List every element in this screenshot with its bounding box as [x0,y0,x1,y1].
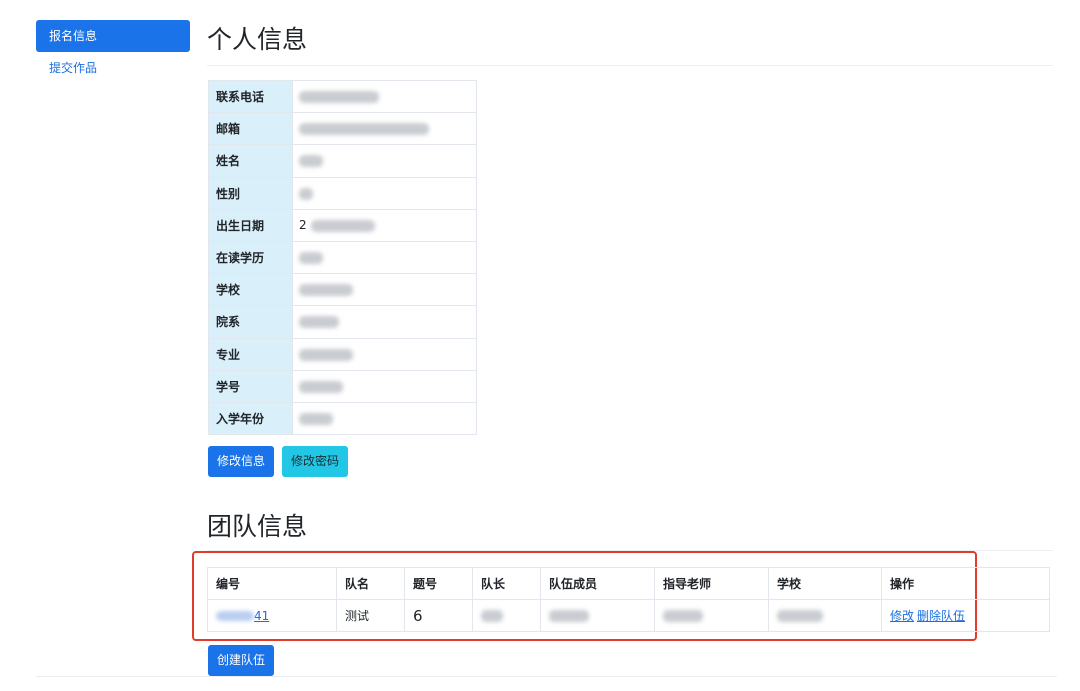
field-label: 学校 [208,273,293,307]
members-cell-redacted [540,599,655,632]
column-header: 学校 [768,567,882,600]
info-row-student-id: 学号 [208,369,477,403]
advisor-cell-redacted [654,599,769,632]
column-header: 题号 [404,567,473,600]
field-value-redacted [292,273,477,307]
change-password-button[interactable]: 修改密码 [282,446,349,477]
field-label: 院系 [208,305,293,339]
table-header-row: 编号 队名 题号 队长 队伍成员 指导老师 学校 操作 [207,567,1050,600]
column-header: 队长 [472,567,541,600]
field-label: 出生日期 [208,208,293,242]
field-label: 在读学历 [208,240,293,275]
column-header: 操作 [881,567,1050,600]
table-row: 41 测试 6 修改 删除队伍 [207,599,1050,632]
field-value-redacted: 2 [292,208,477,242]
team-table: 编号 队名 题号 队长 队伍成员 指导老师 学校 操作 41 测试 6 修改 删除… [207,567,1050,632]
sidebar-item-registration-info[interactable]: 报名信息 [36,20,190,52]
field-value-redacted [292,305,477,339]
column-header: 编号 [207,567,337,600]
problem-number-cell: 6 [404,599,473,632]
field-value-redacted [292,176,477,210]
field-value-prefix: 2 [299,218,307,233]
field-value-redacted [292,401,477,436]
team-name-cell: 测试 [336,599,405,632]
team-id-cell: 41 [207,599,337,632]
info-row-name: 姓名 [208,144,477,178]
sidebar: 报名信息 提交作品 [36,20,190,84]
info-row-department: 院系 [208,305,477,339]
field-value-redacted [292,240,477,275]
team-id-suffix: 41 [254,608,270,623]
column-header: 队名 [336,567,405,600]
team-info-title: 团队信息 [207,512,308,541]
field-label: 联系电话 [208,79,293,114]
team-id-link[interactable]: 41 [216,609,269,623]
captain-cell-redacted [472,599,541,632]
info-row-birthdate: 出生日期 2 [208,208,477,242]
field-value-redacted [292,112,477,146]
info-row-gender: 性别 [208,176,477,210]
field-label: 姓名 [208,144,293,178]
create-team-button[interactable]: 创建队伍 [208,645,275,676]
delete-team-link[interactable]: 删除队伍 [917,609,965,623]
info-row-major: 专业 [208,337,477,371]
edit-team-link[interactable]: 修改 [890,609,914,623]
field-label: 性别 [208,176,293,210]
info-row-education: 在读学历 [208,240,477,275]
field-value-redacted [292,144,477,178]
divider [207,65,1053,66]
field-value-redacted [292,369,477,403]
personal-info-title: 个人信息 [207,25,308,54]
column-header: 队伍成员 [540,567,655,600]
field-label: 邮箱 [208,112,293,146]
footer-divider [36,676,1057,677]
info-row-phone: 联系电话 [208,79,477,114]
column-header: 指导老师 [654,567,769,600]
field-value-redacted [292,79,477,114]
info-row-email: 邮箱 [208,112,477,146]
edit-info-button[interactable]: 修改信息 [208,446,275,477]
info-row-enroll-year: 入学年份 [208,401,477,436]
school-cell-redacted [768,599,882,632]
field-label: 专业 [208,337,293,371]
sidebar-item-submit-work[interactable]: 提交作品 [36,52,190,84]
field-value-redacted [292,337,477,371]
actions-cell: 修改 删除队伍 [881,599,1050,632]
personal-info-table: 联系电话 邮箱 姓名 性别 出生日期 2 在读学历 学校 院系 专业 学号 入学… [208,79,477,436]
info-row-school: 学校 [208,273,477,307]
field-label: 学号 [208,369,293,403]
field-label: 入学年份 [208,401,293,436]
